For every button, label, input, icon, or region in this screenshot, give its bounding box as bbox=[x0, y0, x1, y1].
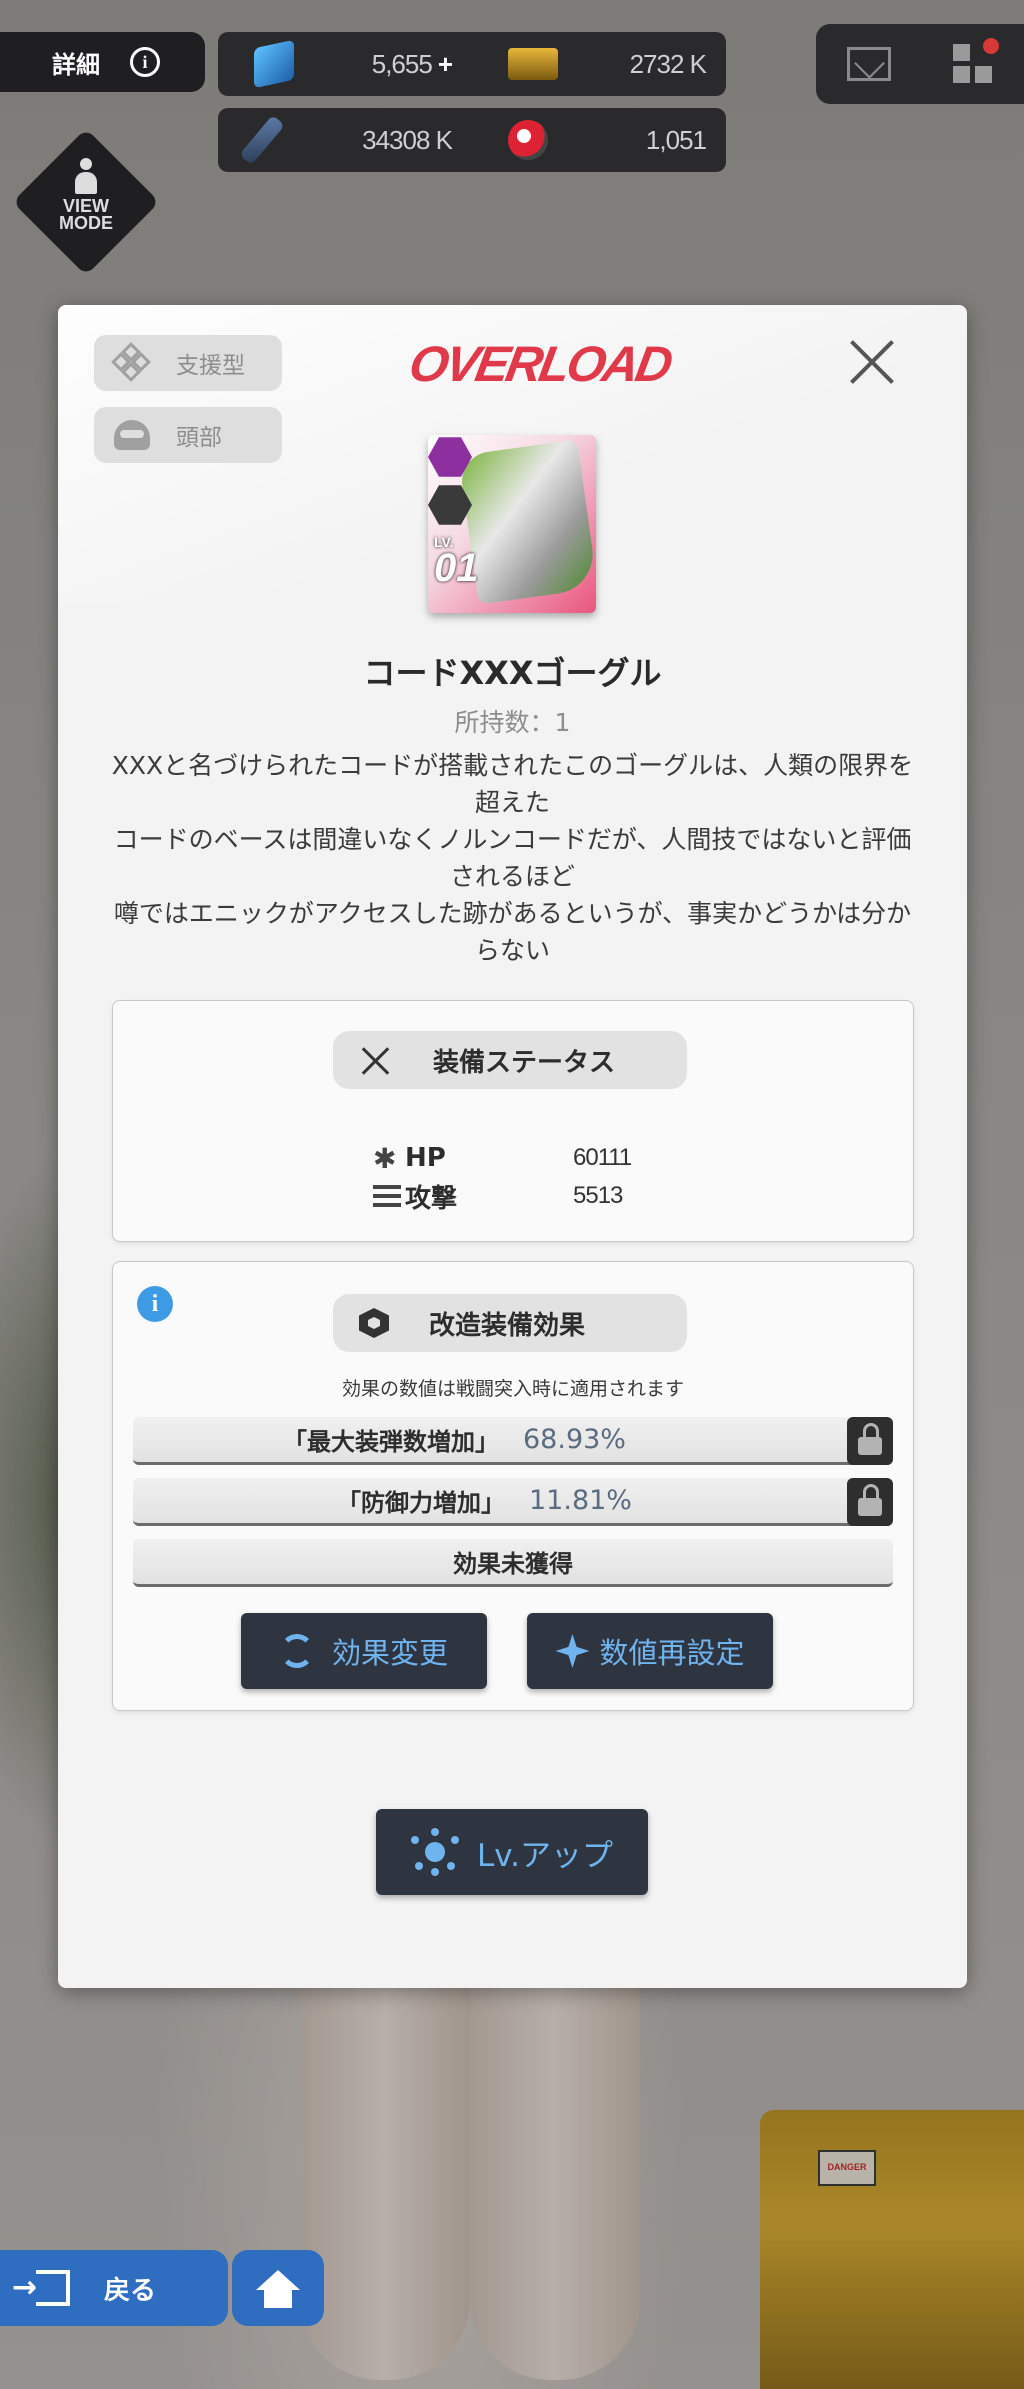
gem-icon bbox=[254, 39, 294, 89]
class-tag: 支援型 bbox=[94, 335, 282, 391]
equipment-description: XXXと名づけられたコードが搭載されたこのゴーグルは、人類の限界を超えた コード… bbox=[108, 747, 917, 969]
currency-gem[interactable]: 5,655 + bbox=[218, 32, 472, 96]
reset-values-button[interactable]: 数値再設定 bbox=[527, 1613, 773, 1689]
home-icon bbox=[256, 2270, 300, 2308]
lock-toggle-button[interactable] bbox=[847, 1417, 893, 1465]
back-label: 戻る bbox=[104, 2275, 157, 2306]
slot-tag: 頭部 bbox=[94, 407, 282, 463]
lock-toggle-button[interactable] bbox=[847, 1478, 893, 1526]
change-effect-button[interactable]: 効果変更 bbox=[241, 1613, 487, 1689]
refresh-icon bbox=[279, 1634, 314, 1668]
home-button[interactable] bbox=[232, 2250, 324, 2326]
effect-value: 11.81% bbox=[529, 1485, 632, 1516]
core-dust-icon bbox=[508, 120, 548, 160]
info-icon: i bbox=[130, 47, 160, 77]
crossed-swords-icon bbox=[359, 1043, 393, 1077]
class-tag-label: 支援型 bbox=[176, 353, 245, 379]
battle-data-icon bbox=[239, 114, 285, 166]
overload-effects-panel: i 改造装備効果 効果の数値は戦闘突入時に適用されます 「最大装弾数増加」 68… bbox=[112, 1261, 914, 1711]
notification-dot bbox=[983, 38, 999, 54]
effect-slot-2: 「防御力増加」 11.81% bbox=[133, 1478, 893, 1526]
status-panel-title: 装備ステータス bbox=[433, 1047, 616, 1078]
overload-logo: OVERLOAD bbox=[405, 336, 675, 392]
effects-note: 効果の数値は戦闘突入時に適用されます bbox=[341, 1378, 684, 1400]
attack-icon bbox=[373, 1185, 405, 1207]
currency-bar-bottom: 34308 K 1,051 bbox=[218, 108, 726, 172]
person-icon bbox=[73, 158, 99, 194]
stat-value: 60111 bbox=[573, 1144, 632, 1171]
description-line: コードのベースは間違いなくノルンコードだが、人間技ではないと評価されるほど bbox=[113, 825, 912, 891]
level-up-button[interactable]: Lv.アップ bbox=[376, 1809, 648, 1895]
credit-card-icon bbox=[508, 48, 558, 80]
effect-name: 効果未獲得 bbox=[453, 1550, 573, 1578]
change-effect-label: 効果変更 bbox=[331, 1636, 448, 1670]
status-panel-header: 装備ステータス bbox=[333, 1031, 687, 1089]
stat-row-hp: ✱ HP 60111 bbox=[373, 1139, 673, 1177]
effect-slot-3: 効果未獲得 bbox=[133, 1539, 893, 1587]
sparkle-icon bbox=[555, 1634, 590, 1668]
currency-credit[interactable]: 2732 K bbox=[472, 32, 726, 96]
effect-name: 「防御力増加」 bbox=[337, 1489, 505, 1517]
description-line: 噂ではエニックがアクセスした跡があるというが、事実かどうかは分からない bbox=[113, 899, 912, 965]
detail-button[interactable]: 詳細 i bbox=[0, 32, 205, 92]
equipment-status-panel: 装備ステータス ✱ HP 60111 攻撃 5513 bbox=[112, 1000, 914, 1242]
effect-name: 「最大装弾数増加」 bbox=[283, 1428, 499, 1456]
description-line: XXXと名づけられたコードが搭載されたこのゴーグルは、人類の限界を超えた bbox=[111, 751, 914, 817]
currency-value: 1,051 bbox=[645, 124, 707, 155]
modify-cube-icon bbox=[359, 1308, 389, 1338]
currency-value: 34308 K bbox=[362, 124, 453, 155]
equipment-icon-card: LV. 01 bbox=[428, 435, 596, 613]
exit-icon bbox=[12, 2270, 70, 2306]
equipment-detail-modal: 支援型 頭部 OVERLOAD LV. 01 コードXXXゴーグル 所持数：1 … bbox=[58, 305, 967, 1988]
currency-battle-data[interactable]: 34308 K bbox=[218, 108, 472, 172]
stat-label: HP bbox=[405, 1143, 446, 1173]
equipment-name: コードXXXゴーグル bbox=[363, 654, 662, 692]
back-button[interactable]: 戻る bbox=[0, 2250, 228, 2326]
currency-value: 5,655 + bbox=[371, 48, 453, 80]
top-right-menu bbox=[816, 24, 1024, 104]
owned-count: 所持数：1 bbox=[454, 708, 571, 737]
level-number: 01 bbox=[434, 546, 479, 590]
close-icon[interactable] bbox=[846, 333, 898, 385]
hp-icon: ✱ bbox=[373, 1141, 397, 1175]
gem-count: 5,655 bbox=[371, 48, 433, 79]
view-mode-label: VIEW MODE bbox=[59, 196, 113, 233]
level-up-icon bbox=[410, 1828, 459, 1876]
menu-grid-icon[interactable] bbox=[953, 38, 999, 84]
reset-values-label: 数値再設定 bbox=[599, 1636, 745, 1670]
currency-core-dust[interactable]: 1,051 bbox=[472, 108, 726, 172]
mail-icon[interactable] bbox=[847, 47, 891, 81]
detail-label: 詳細 bbox=[52, 50, 100, 79]
effects-panel-header: 改造装備効果 bbox=[333, 1294, 687, 1352]
effect-slot-1: 「最大装弾数増加」 68.93% bbox=[133, 1417, 893, 1465]
head-slot-icon bbox=[114, 420, 150, 450]
currency-bar-top: 5,655 + 2732 K bbox=[218, 32, 726, 96]
equipment-level: LV. 01 bbox=[434, 535, 479, 590]
effect-value: 68.93% bbox=[523, 1424, 626, 1455]
level-up-label: Lv.アップ bbox=[476, 1837, 614, 1874]
unlock-icon bbox=[858, 1484, 882, 1516]
stat-value: 5513 bbox=[573, 1182, 623, 1209]
add-gem-icon[interactable]: + bbox=[438, 49, 453, 79]
effects-panel-title: 改造装備効果 bbox=[429, 1310, 586, 1341]
stat-row-attack: 攻撃 5513 bbox=[373, 1177, 673, 1215]
currency-value: 2732 K bbox=[629, 48, 707, 79]
info-icon[interactable]: i bbox=[137, 1286, 173, 1322]
support-class-icon bbox=[111, 342, 151, 382]
unlock-icon bbox=[858, 1423, 882, 1455]
slot-tag-label: 頭部 bbox=[176, 425, 222, 451]
view-mode-label-group[interactable]: VIEW MODE bbox=[34, 150, 138, 280]
stat-label: 攻撃 bbox=[405, 1183, 458, 1214]
